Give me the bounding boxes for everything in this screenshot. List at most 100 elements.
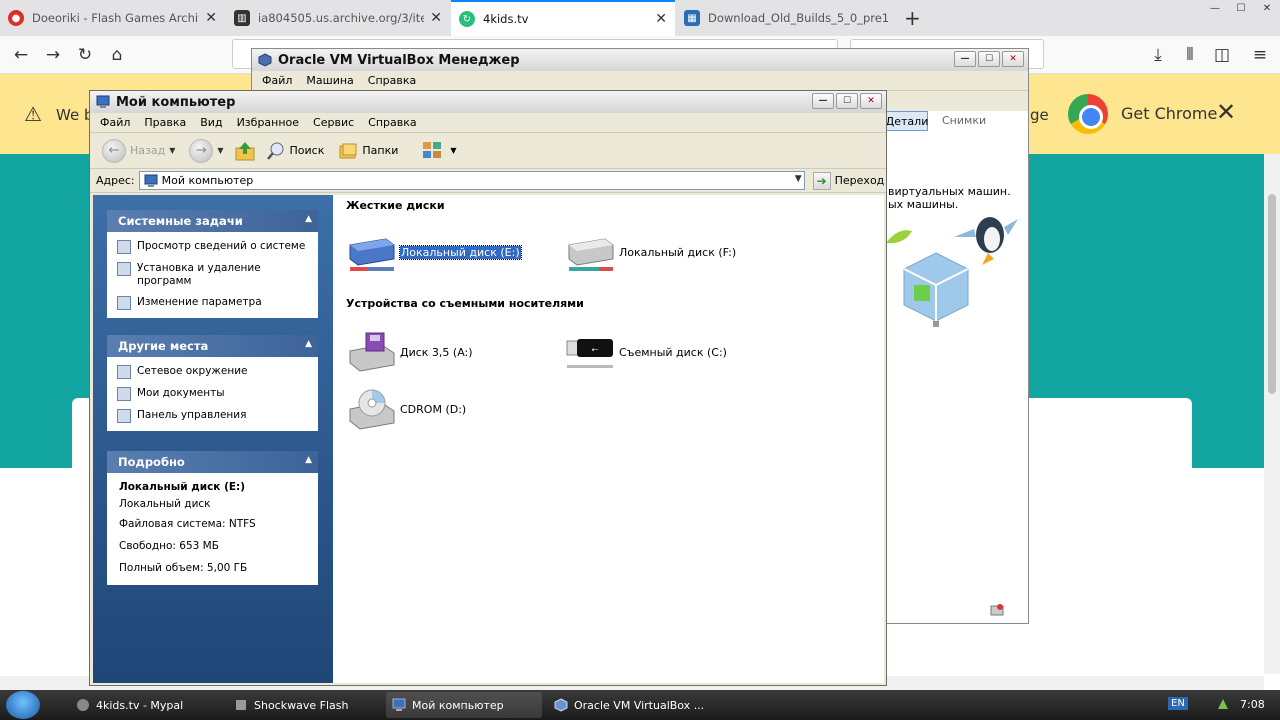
collapse-icon[interactable]: ▲ [305, 214, 312, 224]
go-label: Переход [834, 174, 885, 187]
task-view-system-info[interactable]: Просмотр сведений о системе [107, 238, 318, 256]
reload-icon[interactable]: ↻ [72, 42, 98, 68]
detail-filesystem: Файловая система: NTFS [119, 518, 256, 530]
browser-tab-4kids[interactable]: ↻ 4kids.tv ✕ [451, 0, 675, 36]
maximize-icon[interactable]: ☐ [836, 93, 858, 109]
minimize-icon[interactable]: — [812, 93, 834, 109]
taskbar-item-shockwave[interactable]: Shockwave Flash [228, 692, 378, 718]
browser-tab-flash-archive[interactable]: ● Doeoriki - Flash Games Archive | F ✕ [0, 0, 225, 36]
task-label: Установка и удаление программ [137, 262, 261, 287]
control-panel-icon [117, 409, 131, 423]
vertical-scrollbar[interactable] [1264, 154, 1280, 674]
folders-icon [339, 143, 357, 158]
tab-close-icon[interactable]: ✕ [655, 11, 667, 27]
sidebar-icon[interactable]: ◫ [1209, 42, 1235, 68]
minimize-icon[interactable]: — [1202, 0, 1228, 16]
menu-item-edit[interactable]: Правка [144, 116, 186, 129]
chevron-down-icon[interactable]: ▼ [795, 174, 802, 184]
library-icon[interactable]: ⫴ [1177, 42, 1203, 68]
tab-close-icon[interactable]: ✕ [205, 10, 217, 26]
go-button[interactable]: ➔ Переход [812, 171, 885, 190]
maximize-icon[interactable]: ☐ [978, 51, 1000, 67]
computer-icon [392, 698, 406, 711]
hard-disk-icon [568, 238, 614, 271]
menu-item-file[interactable]: Файл [100, 116, 130, 129]
views-icon [423, 141, 442, 158]
add-remove-programs-icon [117, 262, 131, 276]
browser-tab-archive-items[interactable]: ▥ ia804505.us.archive.org/3/items/ ✕ [226, 0, 450, 36]
back-button[interactable]: ← Назад ▼ [98, 137, 179, 165]
task-change-setting[interactable]: Изменение параметра [107, 294, 318, 312]
other-places-header[interactable]: Другие места ▲ [107, 335, 318, 357]
language-indicator[interactable]: EN [1168, 697, 1188, 710]
taskbar-item-mypal[interactable]: 4kids.tv - Mypal [70, 692, 220, 718]
home-icon[interactable]: ⌂ [104, 42, 130, 68]
collapse-icon[interactable]: ▲ [305, 455, 312, 465]
folders-button[interactable]: Папки [334, 139, 402, 163]
details-button[interactable]: Детали [886, 111, 928, 131]
menu-item-tools[interactable]: Сервис [313, 116, 354, 129]
taskbar: 4kids.tv - Mypal Shockwave Flash Мой ком… [0, 690, 1280, 720]
menu-item-machine[interactable]: Машина [306, 74, 353, 87]
virtualbox-titlebar[interactable]: Oracle VM VirtualBox Менеджер — ☐ ✕ [252, 49, 1028, 71]
new-tab-icon[interactable]: + [904, 6, 921, 30]
snapshots-button[interactable]: Снимки [942, 114, 986, 127]
download-favicon-icon: ▦ [684, 10, 700, 26]
place-my-documents[interactable]: Мои документы [107, 385, 318, 403]
forward-button[interactable]: → ▼ [185, 137, 227, 165]
menu-item-file[interactable]: Файл [262, 74, 292, 87]
menu-item-view[interactable]: Вид [200, 116, 222, 129]
forward-arrow-icon[interactable]: → [40, 42, 66, 68]
drive-c[interactable]: ⭠ Съемный диск (C:) [565, 331, 727, 373]
panel-title: Подробно [118, 455, 185, 469]
place-control-panel[interactable]: Панель управления [107, 407, 318, 425]
tab-close-icon[interactable]: ✕ [430, 10, 442, 26]
address-input[interactable]: Мой компьютер ▼ [138, 171, 805, 190]
menu-item-help[interactable]: Справка [368, 116, 416, 129]
notice-close-icon[interactable]: ✕ [1216, 98, 1236, 126]
menu-item-favorites[interactable]: Избранное [237, 116, 299, 129]
drive-d[interactable]: CDROM (D:) [346, 387, 466, 431]
close-icon[interactable]: ✕ [1002, 51, 1024, 67]
search-button[interactable]: Поиск [262, 139, 329, 163]
taskbar-label: Shockwave Flash [254, 698, 349, 712]
drive-f[interactable]: Локальный диск (F:) [565, 231, 736, 273]
drive-e[interactable]: Локальный диск (E:) [346, 231, 522, 273]
usb-drive-icon: ⭠ [566, 339, 613, 368]
place-network[interactable]: Сетевое окружение [107, 363, 318, 381]
get-chrome-link[interactable]: Get Chrome [1121, 104, 1217, 123]
chevron-down-icon[interactable]: ▼ [169, 146, 175, 155]
back-arrow-icon[interactable]: ← [8, 42, 34, 68]
minimize-icon[interactable]: — [954, 51, 976, 67]
collapse-icon[interactable]: ▲ [305, 339, 312, 349]
drive-a[interactable]: Диск 3,5 (A:) [346, 331, 473, 373]
download-icon[interactable]: ⤓ [1145, 42, 1171, 68]
task-add-remove-programs[interactable]: Установка и удаление программ [107, 260, 318, 290]
close-icon[interactable]: ✕ [1254, 0, 1280, 16]
taskbar-item-virtualbox[interactable]: Oracle VM VirtualBox ... [548, 692, 708, 718]
views-button[interactable]: ▼ [418, 139, 460, 163]
maximize-icon[interactable]: ☐ [1228, 0, 1254, 16]
panel-title: Другие места [118, 339, 209, 353]
shockwave-icon [236, 700, 246, 710]
browser-tab-download-builds[interactable]: ▦ Download_Old_Builds_5_0_pre15 [676, 0, 898, 36]
clock[interactable]: 7:08 [1240, 698, 1265, 711]
chevron-down-icon: ▼ [450, 146, 457, 155]
detail-name: Локальный диск (E:) [119, 481, 246, 493]
details-header[interactable]: Подробно ▲ [107, 451, 318, 473]
menu-hamburger-icon[interactable]: ≡ [1247, 42, 1273, 68]
window-title: Oracle VM VirtualBox Менеджер [278, 52, 520, 68]
start-button-icon[interactable] [6, 691, 40, 719]
chevron-down-icon[interactable]: ▼ [217, 146, 223, 155]
taskbar-item-my-computer[interactable]: Мой компьютер [386, 692, 542, 718]
close-icon[interactable]: ✕ [860, 93, 882, 109]
tab-title: ia804505.us.archive.org/3/items/ [258, 11, 425, 25]
menu-item-help[interactable]: Справка [368, 74, 416, 87]
back-arrow-icon: ← [102, 138, 126, 163]
my-computer-titlebar[interactable]: Мой компьютер — ☐ ✕ [90, 91, 886, 113]
system-tasks-header[interactable]: Системные задачи ▲ [107, 210, 318, 232]
up-folder-icon[interactable] [234, 140, 256, 162]
scrollbar-thumb[interactable] [1268, 194, 1276, 394]
task-pane: Системные задачи ▲ Просмотр сведений о с… [93, 195, 333, 683]
network-tray-icon[interactable] [1216, 697, 1230, 711]
